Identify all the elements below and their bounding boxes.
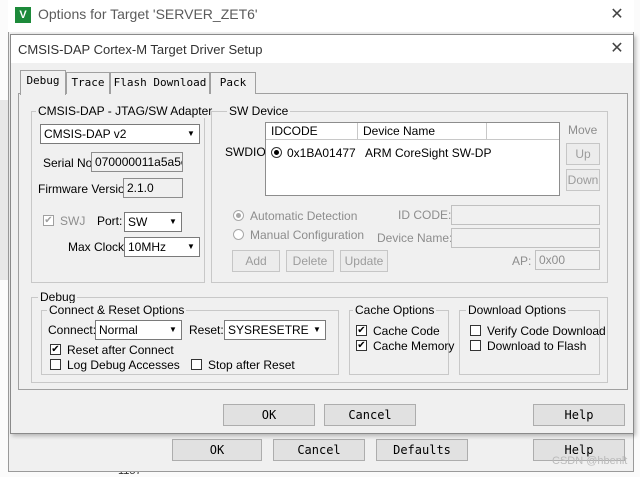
cache-memory-checkbox[interactable]: ✔ (356, 340, 367, 351)
verify-code-download-label: Verify Code Download (487, 324, 606, 338)
swdio-label: SWDIO (225, 145, 266, 159)
log-debug-accesses-label: Log Debug Accesses (67, 358, 180, 372)
max-clock-select-value: 10MHz (128, 240, 167, 254)
add-button[interactable]: Add (232, 250, 280, 272)
column-device-name[interactable]: Device Name (358, 123, 487, 140)
serial-number-field[interactable]: 070000011a5a5cc (91, 152, 183, 172)
verify-code-download-checkbox[interactable] (470, 325, 481, 336)
move-up-button[interactable]: Up (566, 143, 600, 165)
table-header: IDCODE Device Name (266, 123, 559, 140)
inner-ok-button[interactable]: OK (223, 404, 315, 426)
id-code-label: ID CODE: (398, 208, 452, 222)
chevron-down-icon: ▼ (183, 125, 199, 143)
swj-label: SWJ (60, 214, 86, 228)
download-to-flash-label: Download to Flash (487, 339, 587, 353)
tab-trace[interactable]: Trace (66, 72, 110, 94)
adapter-select-value: CMSIS-DAP v2 (44, 127, 127, 141)
tab-flash-download[interactable]: Flash Download (110, 72, 210, 94)
outer-defaults-button[interactable]: Defaults (376, 439, 468, 461)
reset-label: Reset: (189, 323, 224, 337)
watermark-text: CSDN @hbenlt (552, 455, 628, 467)
row-idcode: 0x1BA01477 (287, 146, 356, 160)
automatic-detection-label: Automatic Detection (250, 209, 358, 223)
outer-ok-button[interactable]: OK (172, 439, 262, 461)
connect-select-value: Normal (99, 323, 138, 337)
port-select[interactable]: SW ▼ (124, 212, 182, 232)
tab-pack[interactable]: Pack (210, 72, 256, 94)
column-idcode[interactable]: IDCODE (266, 123, 358, 140)
row-select-radio[interactable] (271, 147, 282, 158)
inner-help-button[interactable]: Help (533, 404, 625, 426)
port-label: Port: (97, 214, 123, 228)
row-device-name: ARM CoreSight SW-DP (365, 146, 492, 160)
reset-select[interactable]: SYSRESETREQ ▼ (224, 320, 326, 340)
outer-close-icon[interactable]: ✕ (606, 4, 628, 26)
download-to-flash-checkbox[interactable] (470, 340, 481, 351)
port-select-value: SW (128, 215, 148, 229)
sw-device-table[interactable]: IDCODE Device Name 0x1BA01477 ARM CoreSi… (265, 122, 560, 196)
inner-dialog-title: CMSIS-DAP Cortex-M Target Driver Setup (18, 42, 263, 57)
firmware-version-field[interactable]: 2.1.0 (123, 178, 183, 198)
manual-configuration-label: Manual Configuration (250, 228, 365, 242)
download-options-group-label: Download Options (466, 303, 569, 317)
serial-label: Serial No: (43, 156, 96, 170)
update-button[interactable]: Update (340, 250, 388, 272)
adapter-group-label: CMSIS-DAP - JTAG/SW Adapter (36, 104, 215, 118)
move-down-button[interactable]: Down (566, 169, 600, 191)
stop-after-reset-label: Stop after Reset (208, 358, 295, 372)
max-clock-select[interactable]: 10MHz ▼ (124, 237, 200, 257)
cache-code-label: Cache Code (373, 324, 440, 338)
connect-reset-group-label: Connect & Reset Options (47, 303, 187, 317)
chevron-down-icon: ▼ (165, 213, 181, 231)
max-clock-label: Max Clock: (68, 240, 128, 254)
stop-after-reset-checkbox[interactable] (191, 359, 202, 370)
device-name-label: Device Name: (377, 231, 453, 245)
outer-cancel-button[interactable]: Cancel (273, 439, 365, 461)
cache-code-checkbox[interactable]: ✔ (356, 325, 367, 336)
device-name-input[interactable] (451, 228, 600, 248)
ap-input[interactable]: 0x00 (535, 250, 600, 270)
outer-window-title: Options for Target 'SERVER_ZET6' (38, 6, 258, 22)
adapter-select[interactable]: CMSIS-DAP v2 ▼ (40, 124, 200, 144)
cache-memory-label: Cache Memory (373, 339, 455, 353)
cache-options-group-label: Cache Options (353, 303, 437, 317)
sw-device-group-label: SW Device (227, 104, 291, 118)
reset-after-connect-checkbox[interactable]: ✔ (50, 344, 61, 355)
chevron-down-icon: ▼ (165, 321, 181, 339)
firmware-label: Firmware Version: (38, 182, 135, 196)
move-label: Move (568, 123, 598, 137)
connect-label: Connect: (48, 323, 97, 337)
ap-label: AP: (512, 254, 532, 268)
swj-checkbox[interactable]: ✔ (43, 215, 54, 226)
automatic-detection-radio[interactable] (233, 210, 244, 221)
table-row[interactable]: 0x1BA01477 ARM CoreSight SW-DP (266, 144, 559, 162)
inner-cancel-button[interactable]: Cancel (324, 404, 416, 426)
delete-button[interactable]: Delete (286, 250, 334, 272)
inner-close-icon[interactable]: ✕ (606, 38, 628, 60)
id-code-input[interactable] (451, 205, 600, 225)
chevron-down-icon: ▼ (183, 238, 199, 256)
debug-group-label: Debug (38, 290, 78, 304)
reset-after-connect-label: Reset after Connect (67, 343, 174, 357)
reset-select-value: SYSRESETREQ (228, 323, 319, 337)
manual-configuration-radio[interactable] (233, 229, 244, 240)
chevron-down-icon: ▼ (309, 321, 325, 339)
tab-debug[interactable]: Debug (20, 70, 66, 95)
log-debug-accesses-checkbox[interactable] (50, 359, 61, 370)
editor-gutter (0, 100, 8, 280)
keil-app-icon: V (15, 7, 31, 23)
connect-select[interactable]: Normal ▼ (95, 320, 182, 340)
